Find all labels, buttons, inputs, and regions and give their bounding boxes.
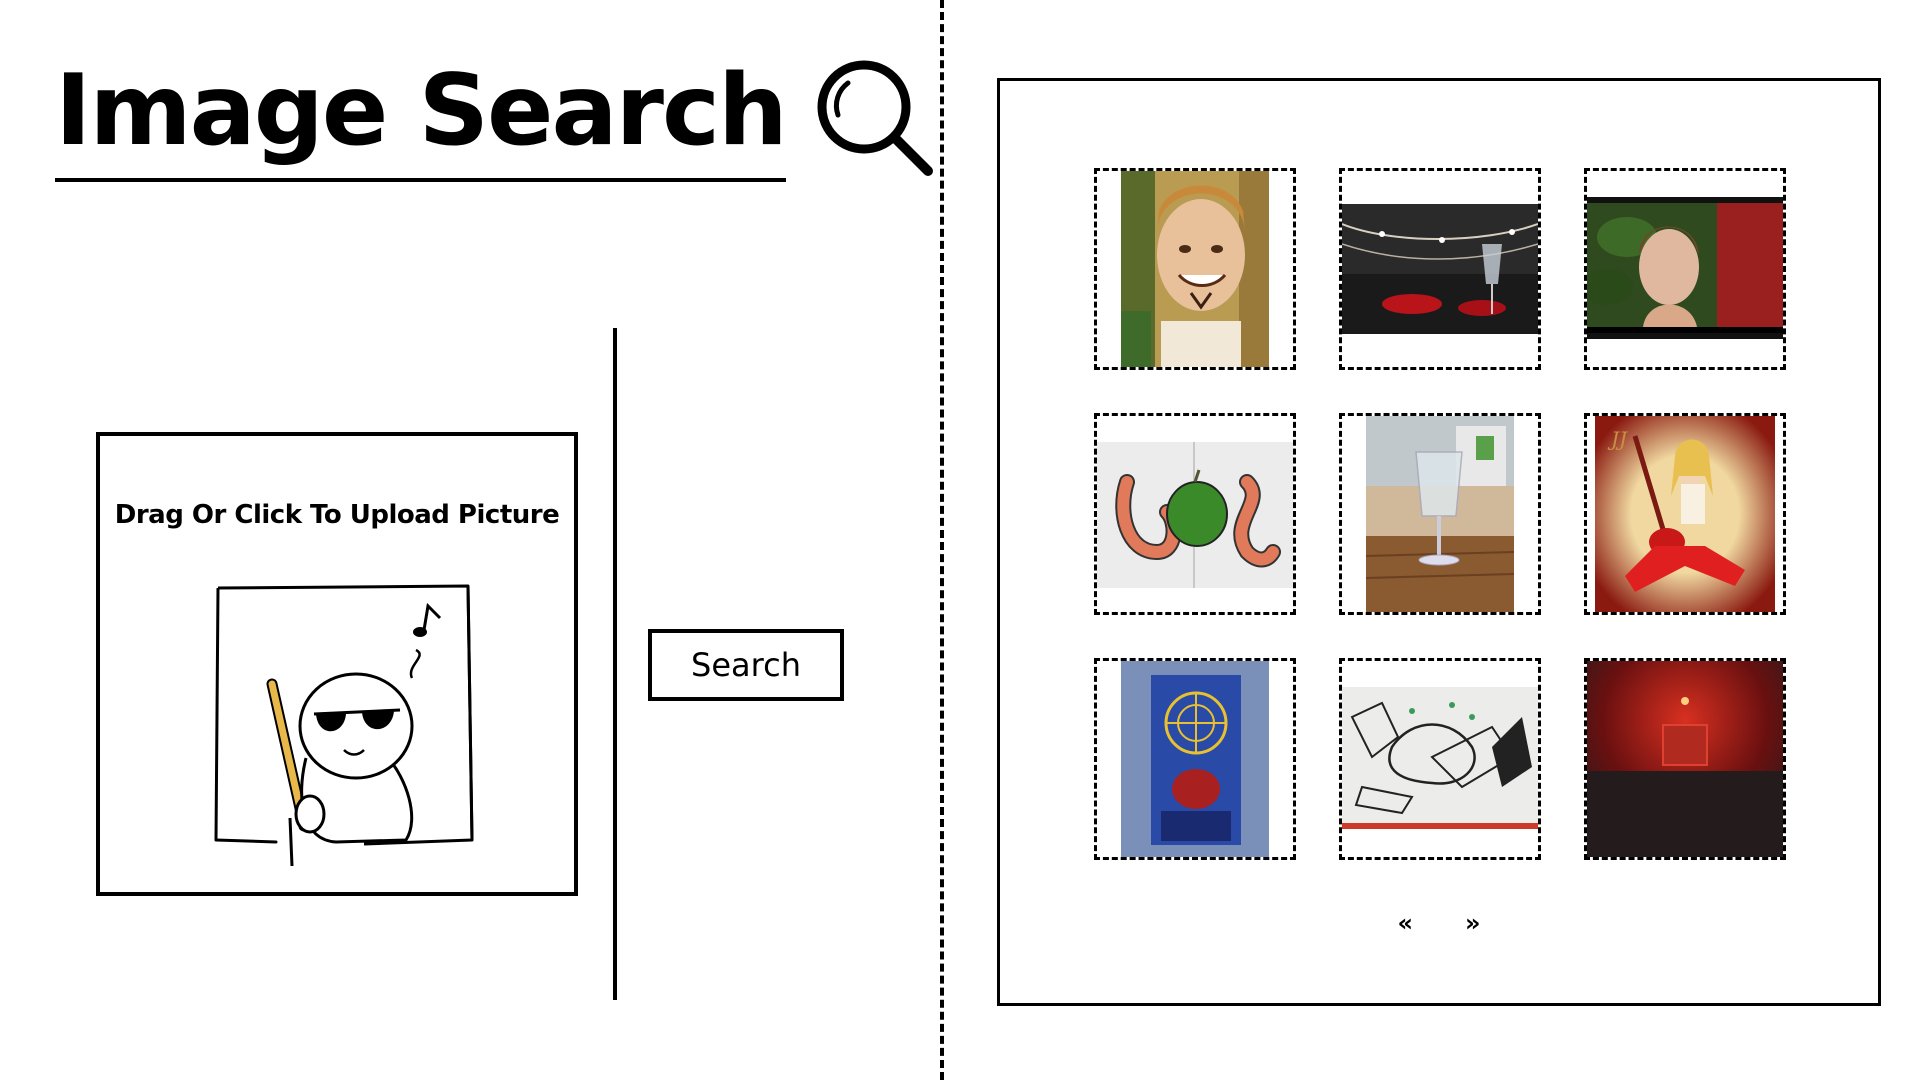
thumbnail-image	[1121, 171, 1269, 367]
results-panel: JJ « »	[997, 78, 1881, 1006]
upload-dropzone[interactable]: Drag Or Click To Upload Picture	[96, 432, 578, 896]
svg-text:JJ: JJ	[1607, 427, 1628, 451]
thumbnail-image	[1097, 442, 1293, 588]
thumbnail-image	[1587, 661, 1783, 857]
thumbnail-image	[1121, 661, 1269, 857]
result-thumbnail-poster-un[interactable]	[1094, 658, 1296, 860]
result-thumbnail-wine-glass-restaurant[interactable]	[1339, 168, 1541, 370]
pagination: « »	[1000, 907, 1878, 939]
image-search-page: Image Search Drag Or Click To Upload Pic…	[0, 0, 1920, 1080]
header: Image Search	[55, 60, 936, 182]
thumbnail-image	[1342, 687, 1538, 829]
result-thumbnail-worms-apple-drawing[interactable]	[1094, 413, 1296, 615]
result-thumbnail-water-glass-beach[interactable]	[1339, 413, 1541, 615]
page-title: Image Search	[55, 62, 788, 182]
result-thumbnail-guitar-girl-drawing[interactable]: JJ	[1584, 413, 1786, 615]
results-grid: JJ	[1094, 168, 1786, 860]
character-with-sunglasses-and-cane-icon	[214, 584, 474, 866]
result-thumbnail-graffiti-sketch[interactable]	[1339, 658, 1541, 860]
thumbnail-image	[1366, 416, 1514, 612]
magnifier-icon	[817, 60, 933, 176]
search-button[interactable]: Search	[648, 629, 844, 701]
left-panel-divider	[613, 328, 617, 1000]
prev-page-button[interactable]: «	[1393, 907, 1417, 939]
result-thumbnail-haircut[interactable]	[1584, 168, 1786, 370]
thumbnail-image	[1587, 197, 1783, 339]
result-thumbnail-red-dark-room[interactable]	[1584, 658, 1786, 860]
thumbnail-image: JJ	[1595, 416, 1775, 612]
next-page-button[interactable]: »	[1461, 907, 1485, 939]
upload-label: Drag Or Click To Upload Picture	[114, 500, 560, 530]
result-thumbnail-child-face[interactable]	[1094, 168, 1296, 370]
panel-divider	[940, 0, 944, 1080]
thumbnail-image	[1342, 204, 1538, 334]
